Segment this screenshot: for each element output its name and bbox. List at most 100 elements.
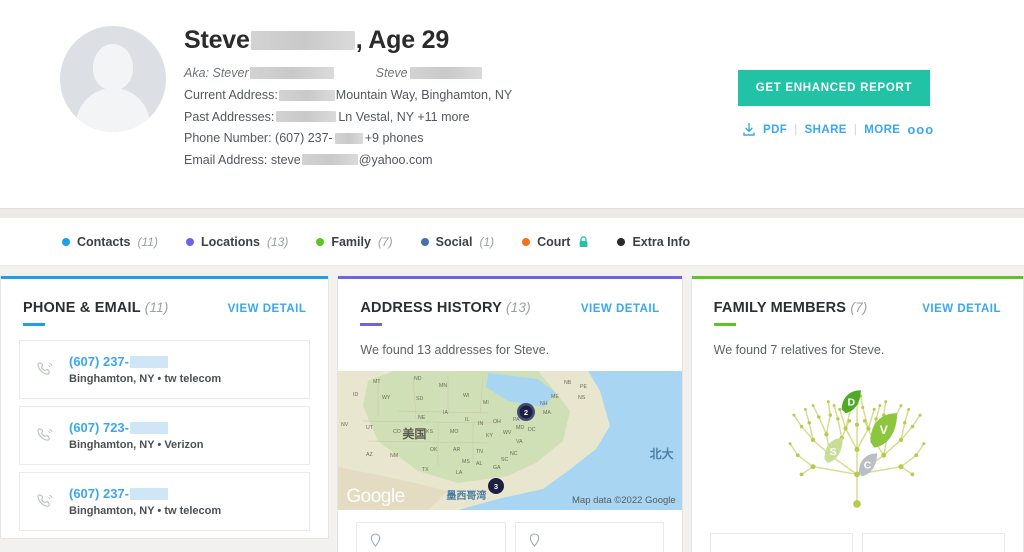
svg-text:2: 2: [524, 408, 528, 417]
nav-label: Locations: [200, 234, 260, 249]
svg-text:MN: MN: [439, 383, 447, 389]
redacted-phone-suffix: [129, 355, 168, 368]
phone-number-label: Phone Number:: [184, 131, 272, 145]
list-item[interactable]: [709, 533, 853, 552]
nav-item-court[interactable]: Court: [522, 235, 589, 249]
list-item[interactable]: (607) 237- Binghamton, NY • tw telecom: [19, 472, 311, 531]
nav-count: (11): [137, 234, 158, 249]
map-credit: Map data ©2022 Google: [572, 495, 676, 506]
redacted-phone-digits: [334, 132, 363, 144]
list-item[interactable]: [861, 533, 1006, 552]
card-title-text: PHONE & EMAIL: [23, 300, 141, 316]
card-count: (7): [850, 300, 868, 315]
svg-text:ID: ID: [353, 392, 358, 398]
nav-item-social[interactable]: Social (1): [420, 234, 495, 249]
card-family-members: FAMILY MEMBERS (7) VIEW DETAIL We found …: [690, 276, 1024, 552]
view-detail-link-phone[interactable]: VIEW DETAIL: [228, 303, 307, 315]
lock-icon: [578, 235, 589, 248]
svg-text:GA: GA: [493, 465, 501, 471]
aka-value-1: Stever: [212, 66, 249, 80]
svg-text:OK: OK: [430, 447, 438, 453]
svg-text:MO: MO: [450, 429, 458, 435]
svg-text:OH: OH: [493, 419, 501, 425]
family-summary-text: We found 7 relatives for Steve.: [713, 343, 885, 357]
svg-text:DC: DC: [528, 427, 536, 433]
svg-text:WI: WI: [463, 393, 469, 399]
nav-item-extra-info[interactable]: Extra Info: [617, 235, 690, 249]
current-address-label: Current Address:: [184, 88, 278, 102]
share-link[interactable]: SHARE: [805, 124, 847, 136]
redacted-aka-2: [409, 67, 482, 79]
email-address-row: Email Address: steve @yahoo.com: [184, 152, 734, 168]
svg-text:V: V: [880, 423, 889, 437]
person-silhouette-icon: [93, 44, 133, 90]
profile-age: , Age 29: [355, 26, 450, 54]
current-address-value: Mountain Way, Binghamton, NY: [335, 88, 513, 102]
svg-text:ME: ME: [551, 394, 559, 400]
map-cn-label-ocean: 北大: [649, 447, 674, 461]
svg-text:UT: UT: [366, 425, 374, 431]
svg-text:NC: NC: [510, 451, 518, 457]
nav-label: Social: [435, 234, 473, 249]
redacted-email: [301, 154, 358, 165]
ellipsis-icon[interactable]: ooo: [907, 122, 934, 137]
nav-count: (1): [479, 234, 495, 249]
download-icon[interactable]: [742, 122, 756, 137]
phone-carrier-meta: Binghamton, NY • tw telecom: [69, 373, 222, 385]
social-dot-icon: [420, 237, 429, 246]
phone-icon: [34, 425, 56, 447]
pdf-link[interactable]: PDF: [763, 124, 787, 136]
svg-text:NE: NE: [418, 415, 426, 421]
aka-row: Aka: Stever Steve: [184, 65, 734, 81]
svg-text:WV: WV: [503, 430, 512, 436]
redacted-aka-1: [249, 67, 334, 79]
nav-item-family[interactable]: Family (7): [316, 235, 393, 249]
nav-count: (13): [266, 234, 289, 249]
svg-text:SD: SD: [416, 396, 423, 402]
phone-number-text: (607) 237-: [69, 486, 129, 501]
locations-dot-icon: [185, 237, 194, 246]
svg-text:MI: MI: [483, 400, 489, 406]
svg-text:NM: NM: [390, 453, 398, 459]
list-item[interactable]: (607) 723- Binghamton, NY • Verizon: [19, 406, 311, 465]
nav-item-locations[interactable]: Locations (13): [185, 234, 289, 249]
svg-text:S: S: [830, 446, 837, 458]
family-tree-container: D V S C: [692, 361, 1023, 521]
card-count: (11): [144, 300, 169, 315]
profile-first-name: Steve: [184, 26, 250, 54]
phone-number-row: Phone Number: (607) 237- +9 phones: [184, 130, 734, 146]
svg-text:MT: MT: [373, 379, 381, 385]
extra-info-dot-icon: [617, 237, 626, 246]
get-enhanced-report-button[interactable]: GET ENHANCED REPORT: [738, 70, 930, 106]
cards-row: PHONE & EMAIL (11) VIEW DETAIL (607) 237…: [0, 266, 1024, 552]
view-detail-link-address[interactable]: VIEW DETAIL: [581, 303, 660, 315]
avatar-container: [60, 22, 172, 208]
svg-text:D: D: [848, 396, 856, 408]
svg-text:NH: NH: [540, 401, 548, 407]
contacts-dot-icon: [62, 237, 70, 246]
family-subcards: [692, 521, 1023, 552]
nav-item-contacts[interactable]: Contacts (11): [62, 235, 158, 249]
redacted-phone-suffix: [129, 421, 168, 434]
page-title: Steve , Age 29: [184, 26, 734, 55]
address-map[interactable]: MT ND MN WI MI NB PE NS ME NH MA ID SD WY NE IA IL I…: [338, 371, 682, 510]
more-link[interactable]: MORE: [864, 124, 900, 136]
phone-icon: [34, 491, 56, 513]
list-item[interactable]: (607) 237- Binghamton, NY • tw telecom: [19, 340, 311, 399]
svg-text:KS: KS: [426, 429, 433, 435]
svg-text:IA: IA: [443, 410, 448, 416]
section-divider: [0, 208, 1024, 218]
svg-text:NB: NB: [564, 380, 572, 386]
email-address-label: Email Address:: [184, 152, 268, 167]
svg-text:AZ: AZ: [366, 452, 373, 458]
svg-text:PA: PA: [513, 417, 520, 423]
secondary-actions: PDF | SHARE | MORE ooo: [734, 122, 984, 137]
list-item[interactable]: [356, 522, 506, 552]
card-title-text: FAMILY MEMBERS: [713, 300, 847, 316]
phone-number: (607) 237-: [69, 354, 221, 369]
email-domain-part: @yahoo.com: [358, 152, 433, 167]
list-item[interactable]: [514, 522, 664, 552]
phone-number-text: (607) 237-: [69, 354, 129, 369]
svg-text:TX: TX: [422, 467, 429, 473]
view-detail-link-family[interactable]: VIEW DETAIL: [922, 303, 1001, 315]
